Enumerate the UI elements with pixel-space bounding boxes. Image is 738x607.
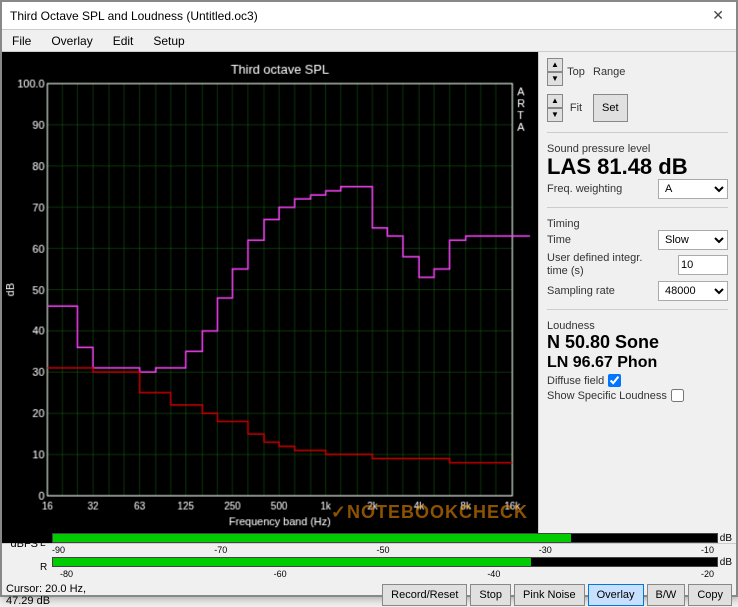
fit-group: ▲ ▼ Fit [547, 94, 587, 122]
chart-area: ✓NOTEBOOKCHECK [2, 52, 538, 543]
loudness-section-title: Loudness [547, 320, 728, 332]
top-fit-controls: ▲ ▼ Top Range [547, 58, 728, 86]
close-button[interactable]: ✕ [708, 7, 728, 24]
spl-value: LAS 81.48 dB [547, 155, 728, 179]
bw-button[interactable]: B/W [647, 584, 686, 606]
action-buttons: Record/Reset Stop Pink Noise Overlay B/W… [114, 584, 732, 606]
R-meter-row: dB [52, 557, 732, 568]
top-label: Top [565, 66, 587, 78]
record-reset-button[interactable]: Record/Reset [382, 584, 467, 606]
L-meter-row: dB [52, 533, 732, 544]
menu-file[interactable]: File [6, 32, 37, 50]
loudness-section: Loudness N 50.80 Sone LN 96.67 Phon Diff… [547, 316, 728, 405]
right-panel: ▲ ▼ Top Range ▲ ▼ Fit Set [538, 52, 736, 543]
time-select[interactable]: Slow Fast Impulse [658, 230, 728, 250]
L-dB-label: dB [720, 533, 732, 544]
fit-up-btn[interactable]: ▲ [547, 94, 563, 108]
diffuse-field-label: Diffuse field [547, 375, 604, 387]
sampling-rate-label: Sampling rate [547, 285, 615, 297]
chart-canvas [6, 56, 534, 539]
show-specific-label: Show Specific Loudness [547, 390, 667, 402]
R-dB-label: dB [720, 557, 732, 568]
R-meter-wrapper: dB -80 -60 -40 -20 [52, 557, 732, 579]
ln-value: LN 96.67 Phon [547, 353, 728, 372]
bottom-buttons-row: Cursor: 20.0 Hz, 47.29 dB Record/Reset S… [6, 583, 732, 607]
fit-label: Fit [565, 102, 587, 114]
L-markers: -90 -70 -50 -30 -10 [52, 545, 732, 555]
main-window: Third Octave SPL and Loudness (Untitled.… [0, 0, 738, 597]
menu-overlay[interactable]: Overlay [45, 32, 98, 50]
R-markers: -80 -60 -40 -20 [52, 569, 732, 579]
dBFS-row-R: dBFS R dB -80 -60 -40 -20 [6, 557, 732, 579]
R-label: R [40, 562, 50, 573]
freq-weighting-row: Freq. weighting A C Z [547, 179, 728, 199]
time-row: Time Slow Fast Impulse [547, 230, 728, 250]
set-button[interactable]: Set [593, 94, 628, 122]
show-specific-row: Show Specific Loudness [547, 389, 728, 402]
sampling-rate-row: Sampling rate 44100 48000 96000 [547, 281, 728, 301]
cursor-info: Cursor: 20.0 Hz, 47.29 dB [6, 583, 114, 607]
L-meter-fill [53, 534, 571, 542]
time-label: Time [547, 234, 571, 246]
title-bar: Third Octave SPL and Loudness (Untitled.… [2, 2, 736, 30]
menu-edit[interactable]: Edit [107, 32, 140, 50]
copy-button[interactable]: Copy [688, 584, 732, 606]
stop-button[interactable]: Stop [470, 584, 511, 606]
R-meter-fill [53, 558, 531, 566]
timing-section: Timing Time Slow Fast Impulse User defin… [547, 214, 728, 302]
freq-weighting-select[interactable]: A C Z [658, 179, 728, 199]
top-down-btn[interactable]: ▼ [547, 72, 563, 86]
overlay-button[interactable]: Overlay [588, 584, 644, 606]
user-integr-input[interactable] [678, 255, 728, 275]
top-arrows: ▲ ▼ [547, 58, 563, 86]
menu-setup[interactable]: Setup [147, 32, 190, 50]
pink-noise-button[interactable]: Pink Noise [514, 584, 585, 606]
R-meter-bar [52, 557, 718, 567]
user-integr-label: User defined integr. time (s) [547, 252, 657, 278]
show-specific-checkbox[interactable] [671, 389, 684, 402]
window-title: Third Octave SPL and Loudness (Untitled.… [10, 9, 258, 23]
sampling-rate-select[interactable]: 44100 48000 96000 [658, 281, 728, 301]
spl-section: Sound pressure level LAS 81.48 dB Freq. … [547, 139, 728, 201]
fit-set-controls: ▲ ▼ Fit Set [547, 94, 728, 122]
L-meter-bar [52, 533, 718, 543]
fit-down-btn[interactable]: ▼ [547, 108, 563, 122]
main-content: ✓NOTEBOOKCHECK ▲ ▼ Top Range [2, 52, 736, 543]
freq-weighting-label: Freq. weighting [547, 183, 622, 195]
top-control-group: ▲ ▼ Top [547, 58, 587, 86]
menu-bar: File Overlay Edit Setup [2, 30, 736, 52]
range-control-group: Range [593, 66, 625, 78]
bottom-bar: dBFS L dB -90 -70 -50 -30 -10 [2, 543, 736, 595]
fit-arrows: ▲ ▼ [547, 94, 563, 122]
dBFS-row-L: dBFS L dB -90 -70 -50 -30 -10 [6, 533, 732, 555]
diffuse-field-row: Diffuse field [547, 374, 728, 387]
diffuse-field-checkbox[interactable] [608, 374, 621, 387]
user-integr-row: User defined integr. time (s) [547, 252, 728, 278]
level-meters: dB -90 -70 -50 -30 -10 [52, 533, 732, 555]
n-value: N 50.80 Sone [547, 332, 728, 354]
timing-section-title: Timing [547, 218, 728, 230]
range-label: Range [593, 66, 625, 78]
top-up-btn[interactable]: ▲ [547, 58, 563, 72]
